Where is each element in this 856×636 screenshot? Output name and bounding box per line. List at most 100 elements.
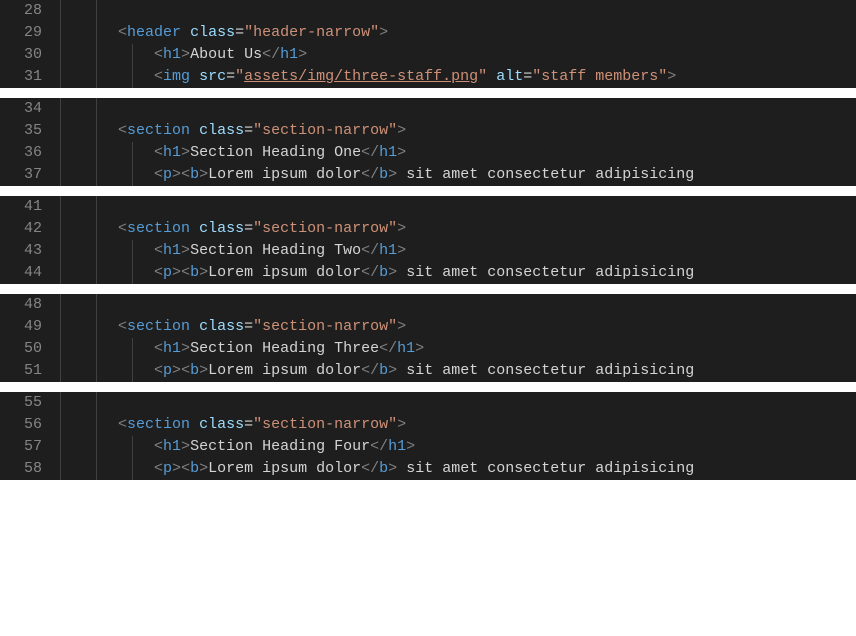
token-tag: b [379,166,388,183]
token-tag: section [127,122,190,139]
code-line[interactable]: <p><b>Lorem ipsum dolor</b> sit amet con… [82,458,856,480]
token-tag: section [127,416,190,433]
code-area[interactable]: <section class="section-narrow"> <h1>Sec… [60,294,856,382]
code-line[interactable]: <section class="section-narrow"> [82,218,856,240]
code-line[interactable]: <h1>Section Heading One</h1> [82,142,856,164]
token-tag: b [190,460,199,477]
indent-guide [132,66,133,88]
token-tag: h1 [163,144,181,161]
token-br: > [388,460,397,477]
block-separator [0,186,856,196]
code-editor[interactable]: 28293031 <header class="header-narrow"> … [0,0,856,480]
code-line[interactable]: <section class="section-narrow"> [82,414,856,436]
token-pad [82,220,118,237]
code-line[interactable] [82,196,856,218]
code-line[interactable]: <h1>Section Heading Two</h1> [82,240,856,262]
line-number: 30 [10,44,42,66]
line-number: 55 [10,392,42,414]
token-br: > [397,318,406,335]
indent-guide [96,436,97,458]
code-area[interactable]: <header class="header-narrow"> <h1>About… [60,0,856,88]
token-br: > [181,144,190,161]
token-br: < [154,438,163,455]
token-br: > [172,264,181,281]
code-line[interactable]: <p><b>Lorem ipsum dolor</b> sit amet con… [82,262,856,284]
token-str: "section-narrow" [253,220,397,237]
token-text [190,318,199,335]
code-line[interactable] [82,294,856,316]
token-text: Lorem ipsum dolor [208,264,361,281]
line-number: 34 [10,98,42,120]
code-line[interactable] [82,98,856,120]
token-eq: = [523,68,532,85]
indent-guide [96,218,97,240]
code-block: 28293031 <header class="header-narrow"> … [0,0,856,88]
token-pad [82,438,154,455]
code-line[interactable]: <section class="section-narrow"> [82,316,856,338]
token-pad [82,46,154,63]
token-text: Section Heading Four [190,438,370,455]
code-area[interactable]: <section class="section-narrow"> <h1>Sec… [60,392,856,480]
token-attr: class [199,416,244,433]
code-line[interactable]: <h1>About Us</h1> [82,44,856,66]
token-tag: b [190,264,199,281]
token-br: < [118,220,127,237]
code-line[interactable]: <header class="header-narrow"> [82,22,856,44]
token-tag: b [379,264,388,281]
token-tag: b [379,460,388,477]
token-br: < [181,460,190,477]
token-br: < [154,340,163,357]
indent-guide [132,164,133,186]
token-br: > [388,362,397,379]
line-number-gutter: 55565758 [0,392,60,480]
token-tag: h1 [280,46,298,63]
token-br: </ [370,438,388,455]
token-text: About Us [190,46,262,63]
token-text: Section Heading Three [190,340,379,357]
token-attr: class [199,122,244,139]
token-tag: p [163,166,172,183]
indent-guide [132,338,133,360]
token-text: sit amet consectetur adipisicing [397,264,694,281]
line-number: 48 [10,294,42,316]
token-pad [82,264,154,281]
code-line[interactable] [82,0,856,22]
line-number: 50 [10,338,42,360]
token-pad [82,362,154,379]
token-pad [82,24,118,41]
token-pad [82,340,154,357]
token-br: > [397,122,406,139]
token-tag: b [190,362,199,379]
token-br: > [172,362,181,379]
token-br: > [172,166,181,183]
code-line[interactable]: <img src="assets/img/three-staff.png" al… [82,66,856,88]
token-tag: section [127,318,190,335]
token-text: sit amet consectetur adipisicing [397,460,694,477]
token-attr: class [199,318,244,335]
token-pad [82,144,154,161]
indent-guide [96,338,97,360]
token-text: Section Heading Two [190,242,361,259]
indent-guide [96,262,97,284]
code-line[interactable] [82,392,856,414]
token-br: > [379,24,388,41]
block-separator [0,88,856,98]
token-br: </ [262,46,280,63]
token-attr: src [199,68,226,85]
token-br: > [199,264,208,281]
code-line[interactable]: <h1>Section Heading Four</h1> [82,436,856,458]
token-br: </ [361,144,379,161]
token-br: > [298,46,307,63]
token-br: < [154,460,163,477]
token-tag: b [190,166,199,183]
code-line[interactable]: <p><b>Lorem ipsum dolor</b> sit amet con… [82,360,856,382]
code-line[interactable]: <h1>Section Heading Three</h1> [82,338,856,360]
indent-guide [96,22,97,44]
token-br: < [118,24,127,41]
line-number: 57 [10,436,42,458]
code-area[interactable]: <section class="section-narrow"> <h1>Sec… [60,98,856,186]
code-area[interactable]: <section class="section-narrow"> <h1>Sec… [60,196,856,284]
token-tag: img [163,68,190,85]
code-line[interactable]: <p><b>Lorem ipsum dolor</b> sit amet con… [82,164,856,186]
code-line[interactable]: <section class="section-narrow"> [82,120,856,142]
